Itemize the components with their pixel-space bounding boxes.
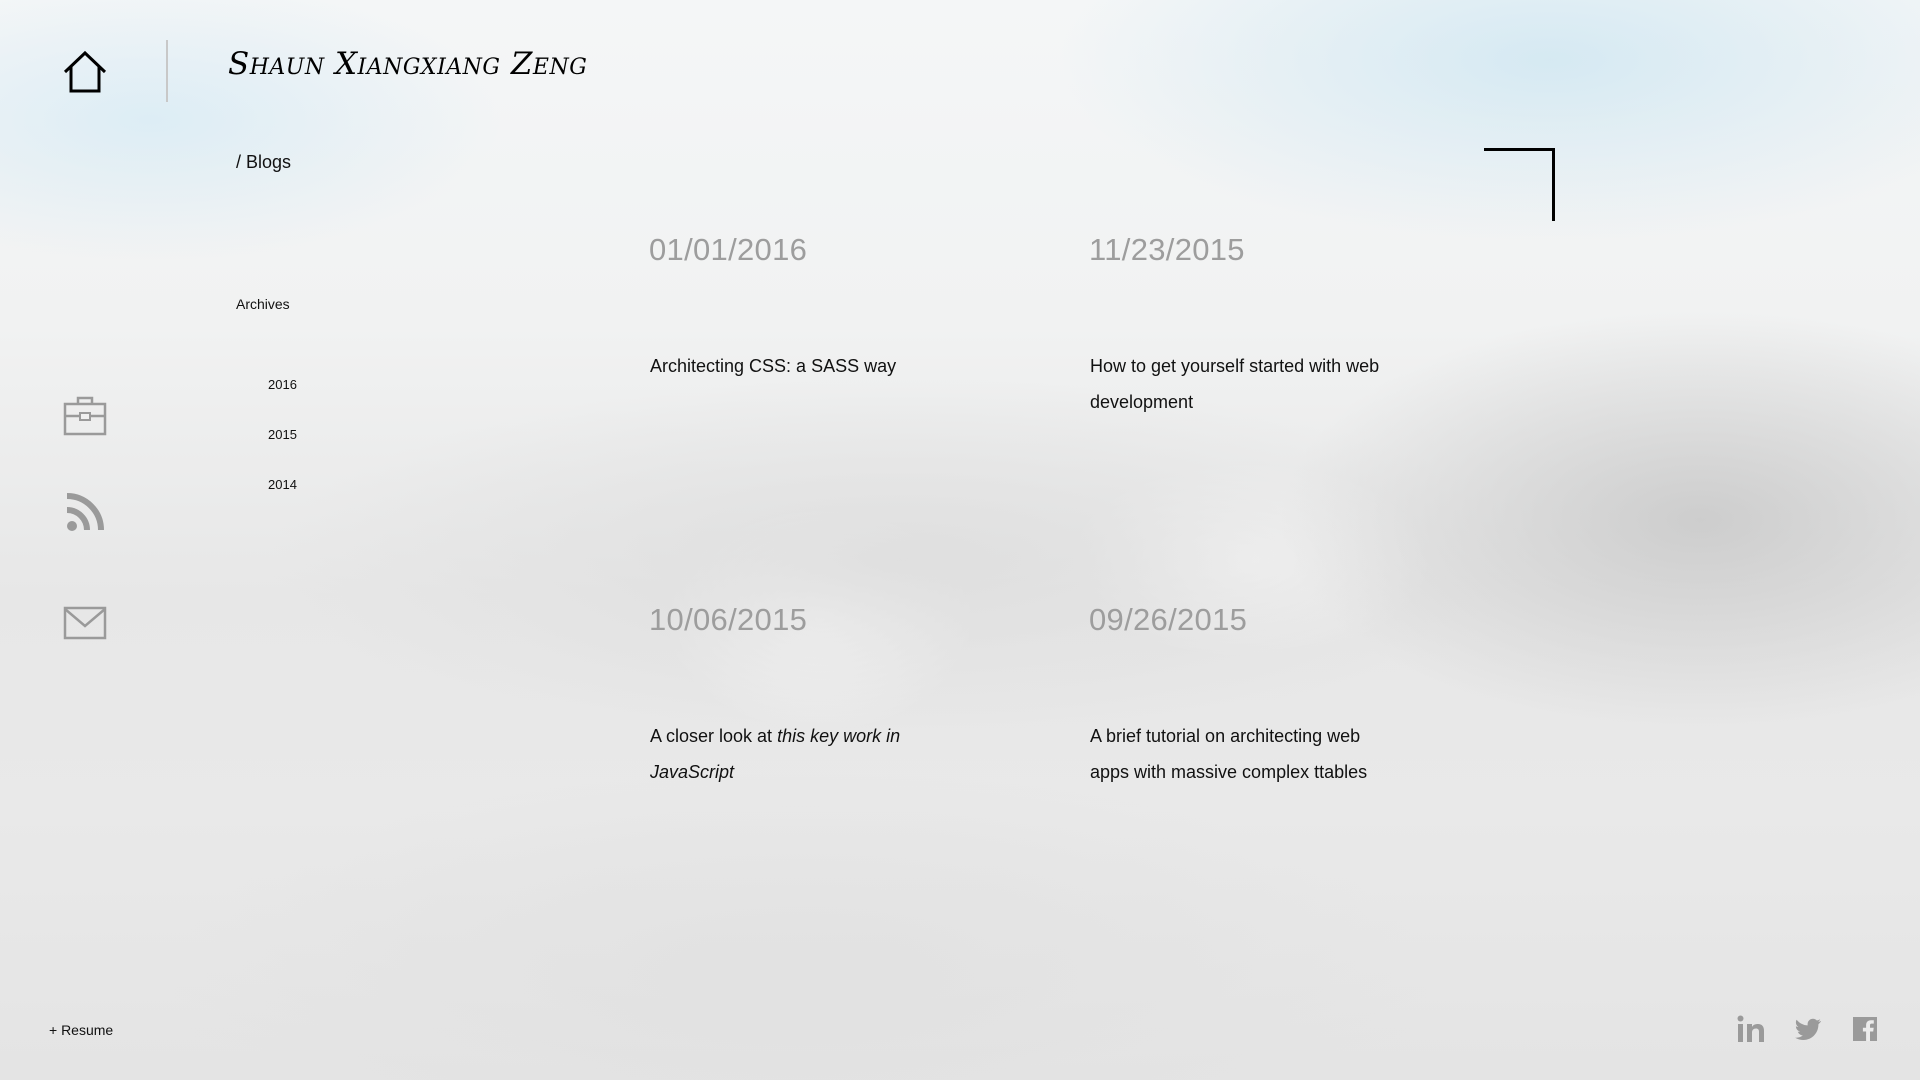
- breadcrumb: / Blogs: [236, 152, 292, 172]
- linkedin-icon[interactable]: [1736, 1014, 1766, 1044]
- resume-link[interactable]: + Resume: [49, 1022, 113, 1038]
- mail-icon[interactable]: [63, 602, 107, 646]
- archive-year-2016[interactable]: 2016: [268, 377, 297, 392]
- briefcase-icon[interactable]: [63, 394, 107, 438]
- post-date: 01/01/2016: [649, 232, 808, 267]
- site-title[interactable]: Shaun Xiangxiang Zeng: [228, 46, 587, 82]
- header-divider: [166, 40, 168, 102]
- archives-heading: Archives: [236, 296, 290, 312]
- post-title-text: A closer look at: [650, 726, 778, 746]
- archive-year-2015[interactable]: 2015: [268, 427, 297, 442]
- twitter-icon[interactable]: [1793, 1014, 1823, 1044]
- archive-year-2014[interactable]: 2014: [268, 477, 297, 492]
- facebook-icon[interactable]: [1850, 1014, 1880, 1044]
- post-date: 09/26/2015: [1089, 602, 1248, 637]
- post-title-text: A brief tutorial on architecting web app…: [1090, 726, 1368, 782]
- post-date: 10/06/2015: [649, 602, 808, 637]
- post-title-link[interactable]: How to get yourself started with web dev…: [1090, 348, 1380, 420]
- corner-bracket-decoration: [1484, 148, 1555, 221]
- post-title-text: How to get yourself started with web dev…: [1090, 356, 1380, 412]
- post-title-text: Architecting CSS: a SASS way: [650, 356, 897, 376]
- post-title-link[interactable]: A closer look at this key work in JavaSc…: [650, 718, 910, 790]
- post-date: 11/23/2015: [1089, 232, 1245, 267]
- post-title-link[interactable]: Architecting CSS: a SASS way: [650, 348, 940, 384]
- post-title-link[interactable]: A brief tutorial on architecting web app…: [1090, 718, 1390, 790]
- home-icon[interactable]: [62, 50, 108, 94]
- rss-icon[interactable]: [63, 490, 107, 534]
